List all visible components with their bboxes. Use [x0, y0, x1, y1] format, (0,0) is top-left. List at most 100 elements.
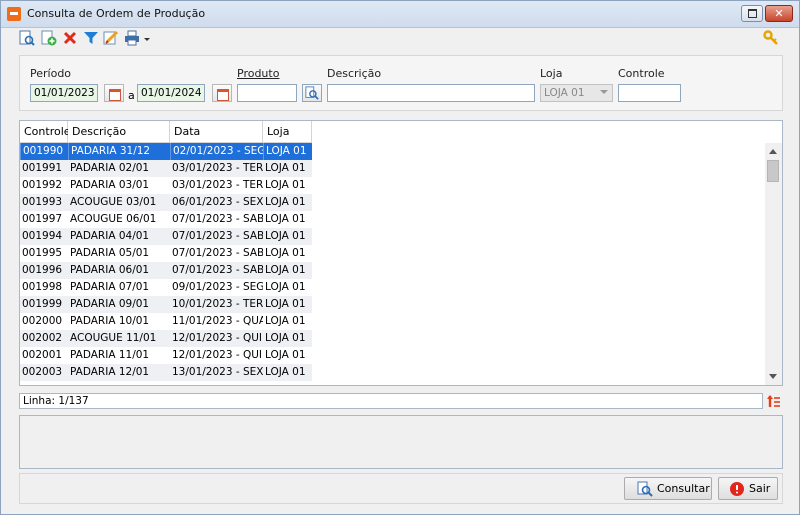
details-panel	[19, 415, 783, 469]
table-cell: PADARIA 10/01	[70, 315, 150, 327]
table-cell: PADARIA 05/01	[70, 247, 150, 259]
table-cell: LOJA 01	[265, 162, 306, 174]
table-cell: PADARIA 12/01	[70, 366, 150, 378]
table-row[interactable]: 002002 ACOUGUE 11/01 12/01/2023 - QUI LOJA …	[20, 330, 312, 347]
descricao-label: Descrição	[327, 67, 382, 80]
filter-icon[interactable]	[83, 30, 99, 46]
column-header-data[interactable]: Data	[170, 121, 263, 143]
grid-header: Controle Descrição Data Loja	[20, 121, 312, 143]
title-bar: Consulta de Ordem de Produção ✕	[1, 1, 799, 28]
table-row[interactable]: 001998 PADARIA 07/01 09/01/2023 - SEG LOJA …	[20, 279, 312, 296]
row-status-bar: Linha: 1/137	[19, 393, 763, 409]
table-cell: 002001	[22, 349, 63, 361]
table-cell: ACOUGUE 11/01	[70, 332, 157, 344]
table-cell: 13/01/2023 - SEX	[172, 366, 263, 378]
table-cell: 001991	[22, 162, 63, 174]
delete-icon[interactable]	[62, 30, 78, 46]
produto-label[interactable]: Produto	[237, 67, 279, 80]
table-cell: 03/01/2023 - TER	[172, 162, 263, 174]
table-cell: LOJA 01	[265, 264, 306, 276]
table-row[interactable]: 001995 PADARIA 05/01 07/01/2023 - SAB LOJA …	[20, 245, 312, 262]
date-to-input[interactable]	[137, 84, 205, 102]
column-header-loja[interactable]: Loja	[263, 121, 312, 143]
table-row[interactable]: 001992 PADARIA 03/01 03/01/2023 - TER LOJA …	[20, 177, 312, 194]
table-row[interactable]: 002003 PADARIA 12/01 13/01/2023 - SEX LOJA …	[20, 364, 312, 381]
table-cell: 001996	[22, 264, 63, 276]
search-icon	[637, 481, 653, 497]
table-cell: 001990	[20, 143, 68, 160]
edit-icon[interactable]	[103, 30, 119, 46]
table-row[interactable]: 001993 ACOUGUE 03/01 06/01/2023 - SEX LOJA …	[20, 194, 312, 211]
sair-button[interactable]: Sair	[718, 477, 778, 500]
restore-button[interactable]	[741, 5, 763, 22]
table-row[interactable]: 002001 PADARIA 11/01 12/01/2023 - QUI LOJA …	[20, 347, 312, 364]
table-cell: LOJA 01	[265, 179, 306, 191]
date-range-separator: a	[128, 89, 135, 102]
calendar-from-button[interactable]	[104, 84, 124, 102]
table-row[interactable]: 001997 ACOUGUE 06/01 07/01/2023 - SAB LOJA …	[20, 211, 312, 228]
table-row[interactable]: 001994 PADARIA 04/01 07/01/2023 - SAB LOJA …	[20, 228, 312, 245]
print-icon[interactable]	[124, 30, 140, 46]
filter-panel: Período a Produto Descrição Loja LOJA 01…	[19, 55, 783, 111]
app-icon	[7, 7, 21, 21]
controle-input[interactable]	[618, 84, 681, 102]
descricao-input[interactable]	[327, 84, 535, 102]
table-cell: PADARIA 07/01	[70, 281, 150, 293]
table-cell: 11/01/2023 - QUA	[172, 315, 263, 327]
exit-icon	[730, 482, 744, 496]
scroll-down-icon[interactable]	[769, 374, 777, 379]
key-icon[interactable]	[763, 30, 779, 46]
table-cell: LOJA 01	[265, 315, 306, 327]
produto-input[interactable]	[237, 84, 297, 102]
table-cell: PADARIA 02/01	[70, 162, 150, 174]
table-cell: 002003	[22, 366, 63, 378]
table-cell: LOJA 01	[265, 247, 306, 259]
table-cell: ACOUGUE 06/01	[70, 213, 157, 225]
table-cell: 07/01/2023 - SAB	[172, 230, 263, 242]
table-cell: 06/01/2023 - SEX	[172, 196, 263, 208]
table-cell: PADARIA 03/01	[70, 179, 150, 191]
table-cell: LOJA 01	[265, 196, 306, 208]
close-icon: ✕	[774, 7, 784, 20]
window: Consulta de Ordem de Produção ✕ Período …	[0, 0, 800, 515]
table-cell: PADARIA 11/01	[70, 349, 150, 361]
controle-label: Controle	[618, 67, 665, 80]
table-cell: LOJA 01	[265, 213, 306, 225]
calendar-to-button[interactable]	[212, 84, 232, 102]
search-new-icon[interactable]	[19, 30, 35, 46]
table-row[interactable]: 001991 PADARIA 02/01 03/01/2023 - TER LOJA …	[20, 160, 312, 177]
table-cell: 001999	[22, 298, 63, 310]
table-cell: LOJA 01	[265, 298, 306, 310]
table-row[interactable]: 001996 PADARIA 06/01 07/01/2023 - SAB LOJA …	[20, 262, 312, 279]
results-grid[interactable]: Controle Descrição Data Loja 001990 PADAR…	[19, 120, 783, 386]
search-icon	[305, 86, 319, 100]
scroll-thumb[interactable]	[767, 160, 779, 182]
vertical-scrollbar[interactable]	[765, 143, 782, 385]
table-cell: PADARIA 06/01	[70, 264, 150, 276]
table-row[interactable]: 001999 PADARIA 09/01 10/01/2023 - TER LOJA …	[20, 296, 312, 313]
action-bar: Consultar Sair	[19, 473, 783, 504]
loja-selected-value: LOJA 01	[544, 87, 585, 99]
add-icon[interactable]	[41, 30, 57, 46]
close-button[interactable]: ✕	[765, 5, 793, 22]
table-cell: PADARIA 31/12	[68, 143, 170, 160]
table-row[interactable]: 001990 PADARIA 31/12 02/01/2023 - SEG LOJA …	[20, 143, 312, 160]
table-cell: 12/01/2023 - QUI	[172, 349, 263, 361]
produto-search-button[interactable]	[302, 84, 322, 102]
consultar-button[interactable]: Consultar	[624, 477, 712, 500]
date-from-input[interactable]	[30, 84, 98, 102]
loja-select[interactable]: LOJA 01	[540, 84, 613, 102]
sort-order-icon[interactable]	[767, 394, 781, 408]
column-header-controle[interactable]: Controle	[20, 121, 71, 143]
loja-label: Loja	[540, 67, 563, 80]
scroll-up-icon[interactable]	[769, 149, 777, 154]
table-cell: PADARIA 09/01	[70, 298, 150, 310]
table-cell: 09/01/2023 - SEG	[172, 281, 263, 293]
window-title: Consulta de Ordem de Produção	[27, 7, 206, 20]
table-cell: 001995	[22, 247, 63, 259]
column-header-descricao[interactable]: Descrição	[68, 121, 170, 143]
row-position-text: Linha: 1/137	[23, 395, 89, 407]
table-row[interactable]: 002000 PADARIA 10/01 11/01/2023 - QUA LOJA …	[20, 313, 312, 330]
table-cell: 001998	[22, 281, 63, 293]
dropdown-chevron-icon[interactable]	[143, 30, 151, 46]
